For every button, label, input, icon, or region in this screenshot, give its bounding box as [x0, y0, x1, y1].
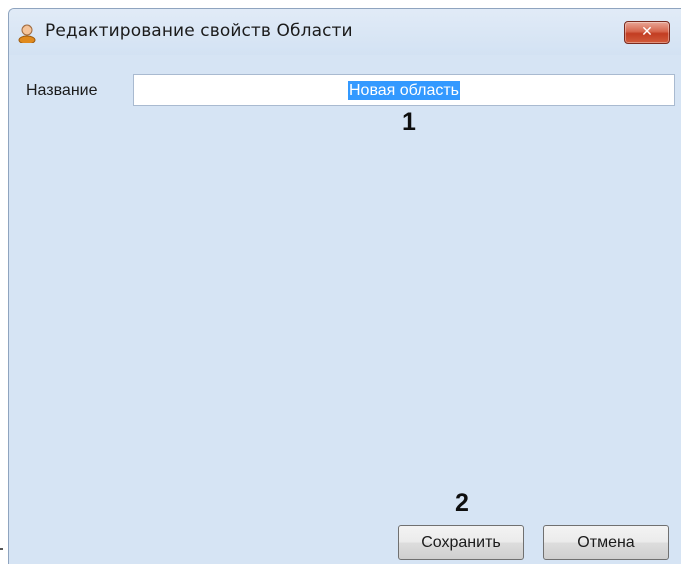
close-button[interactable]: ✕	[624, 21, 670, 44]
title-bar[interactable]: Редактирование свойств Области ✕	[9, 9, 681, 55]
name-input[interactable]: Новая область	[133, 74, 675, 106]
dialog-body: Название Новая область 1 2 Сохранить Отм…	[9, 55, 681, 564]
cancel-button[interactable]: Отмена	[543, 525, 669, 560]
dialog-window: Редактирование свойств Области ✕ Названи…	[8, 8, 681, 564]
callout-marker-2: 2	[455, 489, 469, 517]
user-icon	[18, 23, 36, 45]
name-label: Название	[26, 82, 98, 99]
window-title: Редактирование свойств Области	[45, 21, 353, 41]
name-input-value: Новая область	[347, 81, 461, 100]
edge-divider	[0, 548, 3, 550]
callout-marker-1: 1	[402, 108, 416, 136]
close-icon: ✕	[641, 24, 653, 40]
save-button[interactable]: Сохранить	[398, 525, 524, 560]
